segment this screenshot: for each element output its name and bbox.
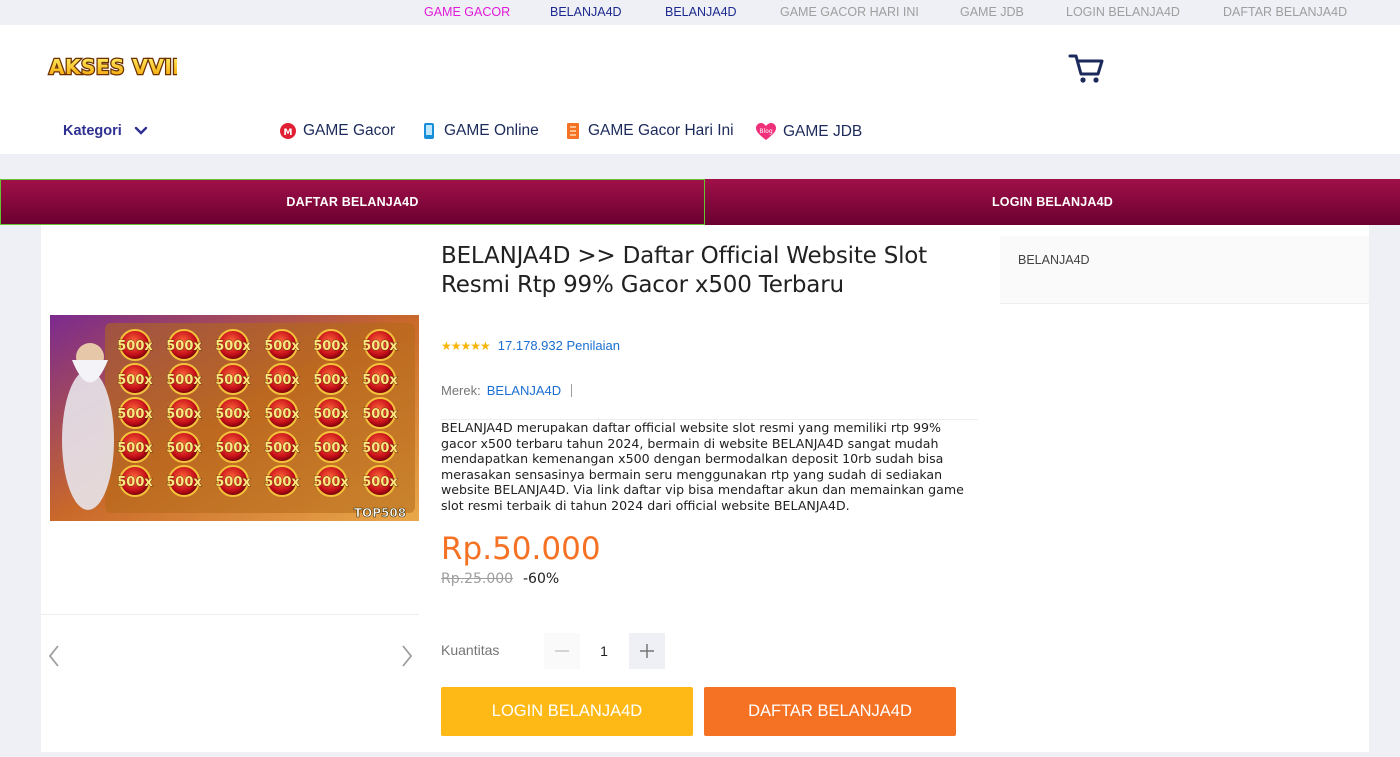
- quantity-increase-button[interactable]: [629, 633, 665, 669]
- svg-text:M: M: [284, 128, 293, 138]
- slot-multiplier-label: 500x: [264, 339, 300, 354]
- blog-heart-icon: Blog: [756, 123, 776, 140]
- plus-icon: [640, 644, 654, 658]
- slot-multiplier-label: 500x: [313, 407, 349, 422]
- product-brand: Merek: BELANJA4D: [441, 383, 573, 398]
- top-link-game-gacor[interactable]: GAME GACOR: [424, 5, 510, 19]
- top-link-game-gacor-hari-ini[interactable]: GAME GACOR HARI INI: [780, 5, 919, 19]
- slot-multiplier-label: 500x: [313, 441, 349, 456]
- logo-text: AKSES VVIP: [49, 55, 177, 79]
- slot-multiplier-label: 500x: [117, 373, 153, 388]
- image-watermark: TOP508: [354, 506, 406, 520]
- slot-multiplier-label: 500x: [215, 407, 251, 422]
- rating-count-link[interactable]: 17.178.932 Penilaian: [498, 338, 620, 353]
- slot-multiplier-label: 500x: [362, 441, 398, 456]
- top-link-belanja4d-2[interactable]: BELANJA4D: [665, 5, 737, 19]
- slot-multiplier-label: 500x: [166, 339, 202, 354]
- banner-login-button[interactable]: LOGIN BELANJA4D: [705, 179, 1400, 225]
- slot-multiplier-label: 500x: [215, 475, 251, 490]
- top-link-daftar[interactable]: DAFTAR BELANJA4D: [1223, 5, 1347, 19]
- slot-multiplier-label: 500x: [362, 373, 398, 388]
- slot-multiplier-label: 500x: [166, 407, 202, 422]
- top-link-belanja4d-1[interactable]: BELANJA4D: [550, 5, 622, 19]
- slot-multiplier-label: 500x: [215, 441, 251, 456]
- slot-multiplier-label: 500x: [215, 339, 251, 354]
- current-price: Rp.50.000: [441, 531, 601, 567]
- site-logo[interactable]: AKSES VVIP: [47, 52, 177, 80]
- slot-multiplier-label: 500x: [117, 475, 153, 490]
- slot-multiplier-label: 500x: [166, 475, 202, 490]
- nav-category-game-gacor-hari-ini[interactable]: GAME Gacor Hari Ini: [564, 122, 734, 140]
- product-title: BELANJA4D >> Daftar Official Website Slo…: [441, 243, 927, 298]
- shopping-cart-icon[interactable]: [1068, 51, 1104, 85]
- brand-link[interactable]: BELANJA4D: [487, 383, 561, 398]
- banner-buttons: DAFTAR BELANJA4D LOGIN BELANJA4D: [0, 179, 1400, 225]
- nav-category-game-online[interactable]: GAME Online: [420, 122, 539, 140]
- chevron-down-icon: [134, 126, 148, 135]
- product-gallery: 500x 500x 500x 500x 500x 500x 500x 500x 500x 500x…: [41, 225, 419, 752]
- original-price: Rp.25.000: [441, 571, 514, 587]
- banner-daftar-button[interactable]: DAFTAR BELANJA4D: [0, 179, 705, 225]
- slot-multiplier-label: 500x: [166, 373, 202, 388]
- top-link-login[interactable]: LOGIN BELANJA4D: [1066, 5, 1180, 19]
- rating-stars: ★★★★★: [441, 338, 491, 353]
- slot-multiplier-label: 500x: [362, 475, 398, 490]
- slot-multiplier-label: 500x: [264, 407, 300, 422]
- slot-multiplier-label: 500x: [215, 373, 251, 388]
- nav-category-label: GAME Gacor Hari Ini: [588, 122, 734, 139]
- slot-multiplier-label: 500x: [166, 441, 202, 456]
- slot-multiplier-label: 500x: [313, 373, 349, 388]
- login-button[interactable]: LOGIN BELANJA4D: [441, 687, 693, 736]
- nav-category-game-jdb[interactable]: Blog GAME JDB: [755, 122, 862, 142]
- slot-multiplier-label: 500x: [264, 441, 300, 456]
- gallery-next-arrow[interactable]: [399, 643, 415, 669]
- nav-category-game-gacor[interactable]: M GAME Gacor: [279, 122, 395, 140]
- gallery-prev-arrow[interactable]: [46, 643, 62, 669]
- nav-category-label: GAME Gacor: [303, 122, 396, 139]
- brand-separator: [571, 384, 573, 397]
- product-rating: ★★★★★ 17.178.932 Penilaian: [441, 338, 620, 353]
- discount-badge: -60%: [523, 571, 560, 587]
- product-card: 500x 500x 500x 500x 500x 500x 500x 500x 500x 500x…: [41, 225, 1369, 752]
- nav-category-label: GAME Online: [444, 122, 539, 139]
- sidebar-label: BELANJA4D: [1018, 253, 1090, 267]
- site-header: AKSES VVIP Kategori M GAME Gacor GAME On…: [0, 25, 1400, 154]
- brand-label: Merek:: [441, 383, 481, 398]
- slot-multiplier-label: 500x: [117, 407, 153, 422]
- slot-multiplier-label: 500x: [264, 373, 300, 388]
- quantity-input[interactable]: [586, 633, 622, 669]
- top-link-game-jdb[interactable]: GAME JDB: [960, 5, 1024, 19]
- slot-multiplier-label: 500x: [313, 339, 349, 354]
- slot-multiplier-label: 500x: [264, 475, 300, 490]
- sidebar-box: BELANJA4D: [1000, 236, 1369, 304]
- quantity-decrease-button[interactable]: [544, 633, 580, 669]
- product-image[interactable]: 500x 500x 500x 500x 500x 500x 500x 500x 500x 500x…: [50, 315, 419, 521]
- product-description: BELANJA4D merupakan daftar official webs…: [441, 420, 964, 513]
- lazmall-icon: M: [280, 123, 296, 139]
- quantity-label: Kuantitas: [441, 642, 500, 658]
- phone-top-up-icon: [424, 123, 434, 139]
- minus-icon: [555, 650, 569, 652]
- slot-multiplier-label: 500x: [117, 339, 153, 354]
- svg-text:Blog: Blog: [759, 128, 772, 135]
- voucher-icon: [567, 123, 579, 139]
- slot-multiplier-label: 500x: [313, 475, 349, 490]
- gallery-divider: [41, 614, 419, 615]
- daftar-button[interactable]: DAFTAR BELANJA4D: [704, 687, 956, 736]
- top-links-bar: GAME GACOR BELANJA4D BELANJA4D GAME GACO…: [0, 0, 1400, 25]
- slot-multiplier-label: 500x: [117, 441, 153, 456]
- kategori-label: Kategori: [63, 123, 122, 139]
- slot-multiplier-label: 500x: [362, 339, 398, 354]
- nav-category-label: GAME JDB: [783, 123, 863, 140]
- kategori-dropdown[interactable]: Kategori: [63, 123, 148, 139]
- slot-multiplier-label: 500x: [362, 407, 398, 422]
